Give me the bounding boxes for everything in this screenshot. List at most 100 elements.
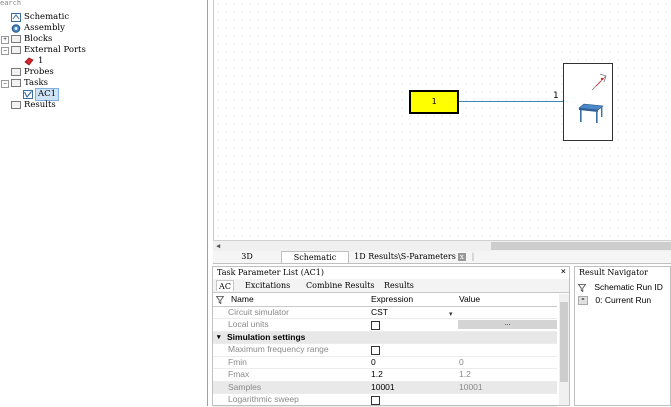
run-label: 0: Current Run [595, 295, 652, 305]
tab-combine-results[interactable]: Combine Results [306, 280, 375, 291]
tab-separator: | [471, 252, 475, 261]
column-expression[interactable]: Expression [371, 294, 413, 306]
navigation-tree: Schematic Assembly + Blocks − External P… [0, 12, 207, 111]
tab-close-icon[interactable]: x [457, 253, 466, 261]
tree-item-schematic[interactable]: Schematic [0, 12, 207, 23]
param-name: Local units [228, 319, 269, 329]
tree-item-blocks[interactable]: + Blocks [0, 34, 207, 45]
task-parameter-panel: Task Parameter List (AC1) × AC Excitatio… [212, 266, 570, 407]
fmin-value: 0 [459, 356, 464, 367]
result-navigator-panel: Result Navigator Schematic Run ID = 0: C… [574, 266, 671, 406]
tab-1d-results[interactable]: 1D Results\S-Parameters x [353, 251, 467, 263]
tab-3d[interactable]: 3D [237, 251, 257, 263]
samples-value: 10001 [459, 381, 483, 392]
scrollbar-thumb[interactable] [491, 242, 671, 250]
tree-item-label: External Ports [24, 45, 86, 55]
port-icon [24, 57, 34, 66]
row-samples: Samples 10001 10001 [213, 381, 557, 394]
scroll-left-icon[interactable]: ◀ [216, 241, 220, 251]
fmax-value: 1.2 [459, 369, 471, 379]
param-name: Logarithmic sweep [228, 394, 299, 404]
antenna-symbol-icon [590, 70, 610, 95]
tree-item-external-ports[interactable]: − External Ports [0, 45, 207, 56]
scrollbar-thumb[interactable] [560, 302, 568, 382]
collapse-icon[interactable]: − [1, 80, 9, 88]
run-icon: = [578, 296, 588, 306]
fmin-expression-field[interactable]: 0 [371, 357, 376, 369]
tab-label: 1D Results\S-Parameters [354, 252, 456, 261]
folder-icon [11, 46, 21, 54]
collapse-icon[interactable]: − [1, 47, 9, 55]
tree-item-label: Results [24, 100, 56, 110]
run-list-item[interactable]: = 0: Current Run [578, 295, 652, 306]
row-max-frequency-range: Maximum frequency range [213, 344, 557, 357]
fmax-expression-field[interactable]: 1.2 [371, 369, 383, 381]
column-value[interactable]: Value [459, 294, 480, 306]
param-name: Fmax [228, 369, 250, 379]
search-input[interactable]: earch [0, 0, 207, 8]
expand-icon[interactable]: + [1, 36, 9, 44]
param-name: Fmin [228, 356, 247, 367]
parameter-grid: Name Expression Value Circuit simulator … [213, 294, 557, 407]
tree-item-label: AC1 [34, 88, 60, 101]
circuit-block[interactable] [563, 63, 613, 141]
max-frequency-checkbox[interactable] [371, 346, 380, 355]
tree-item-ac1[interactable]: AC1 [0, 88, 207, 101]
local-units-checkbox[interactable] [371, 321, 380, 330]
section-title: Simulation settings [227, 331, 306, 342]
column-run-id: Schematic Run ID [594, 282, 663, 292]
log-sweep-checkbox[interactable] [371, 396, 380, 405]
table-model-icon [578, 100, 604, 127]
column-name[interactable]: Name [231, 294, 254, 306]
simulator-select[interactable]: CST [371, 307, 388, 319]
tree-item-assembly[interactable]: Assembly [0, 23, 207, 34]
tab-results[interactable]: Results [384, 280, 414, 291]
folder-icon [11, 79, 21, 87]
tree-item-label: Assembly [24, 23, 65, 33]
param-name: Samples [228, 381, 262, 392]
folder-icon [11, 101, 21, 109]
row-fmin: Fmin 0 0 [213, 356, 557, 369]
ac-task-icon [23, 90, 33, 99]
panel-title: Task Parameter List (AC1) [217, 268, 324, 277]
pin-label: 1 [553, 91, 559, 101]
samples-expression-field[interactable]: 10001 [371, 382, 395, 394]
tree-item-label: Tasks [24, 78, 48, 88]
tree-item-port-1[interactable]: 1 [0, 56, 207, 67]
row-local-units: Local units ... [213, 319, 557, 332]
section-simulation-settings[interactable]: ▾ Simulation settings [213, 331, 557, 344]
assembly-icon [11, 24, 21, 33]
panel-title: Result Navigator [579, 268, 648, 277]
filter-icon[interactable] [577, 283, 587, 292]
tree-item-probes[interactable]: Probes [0, 67, 207, 78]
tree-item-tasks[interactable]: − Tasks [0, 78, 207, 89]
param-name: Maximum frequency range [228, 344, 329, 354]
schematic-icon [11, 13, 21, 22]
folder-icon [11, 68, 21, 76]
grid-header: Name Expression Value [213, 294, 557, 307]
row-logarithmic-sweep: Logarithmic sweep [213, 394, 557, 407]
connection-wire[interactable] [459, 101, 564, 102]
row-circuit-simulator: Circuit simulator CST ▾ [213, 306, 557, 319]
tab-schematic[interactable]: Schematic [281, 251, 349, 263]
view-tabs: 3D Schematic 1D Results\S-Parameters x | [213, 251, 671, 264]
tab-ac[interactable]: AC [216, 280, 234, 291]
tree-item-label: 1 [38, 56, 44, 66]
navigation-tree-panel: earch Schematic Assembly + Blocks − Exte… [0, 0, 208, 406]
close-icon[interactable]: × [561, 267, 566, 277]
local-units-button[interactable]: ... [458, 320, 557, 329]
canvas-horizontal-scrollbar[interactable]: ◀ [213, 240, 671, 251]
row-fmax: Fmax 1.2 1.2 [213, 369, 557, 382]
port-block[interactable]: 1 [409, 90, 459, 114]
tree-item-label: Probes [24, 67, 54, 77]
folder-icon [11, 35, 21, 43]
run-id-header[interactable]: Schematic Run ID [577, 282, 663, 292]
tab-excitations[interactable]: Excitations [245, 280, 290, 291]
tree-item-label: Schematic [24, 12, 70, 22]
param-name: Circuit simulator [228, 306, 289, 317]
parameter-tabs: AC Excitations Combine Results Results [213, 279, 569, 293]
tree-item-results[interactable]: Results [0, 100, 207, 111]
parameter-vertical-scrollbar[interactable] [559, 294, 569, 405]
tree-item-label: Blocks [24, 34, 53, 44]
collapse-icon[interactable]: ▾ [217, 332, 221, 344]
